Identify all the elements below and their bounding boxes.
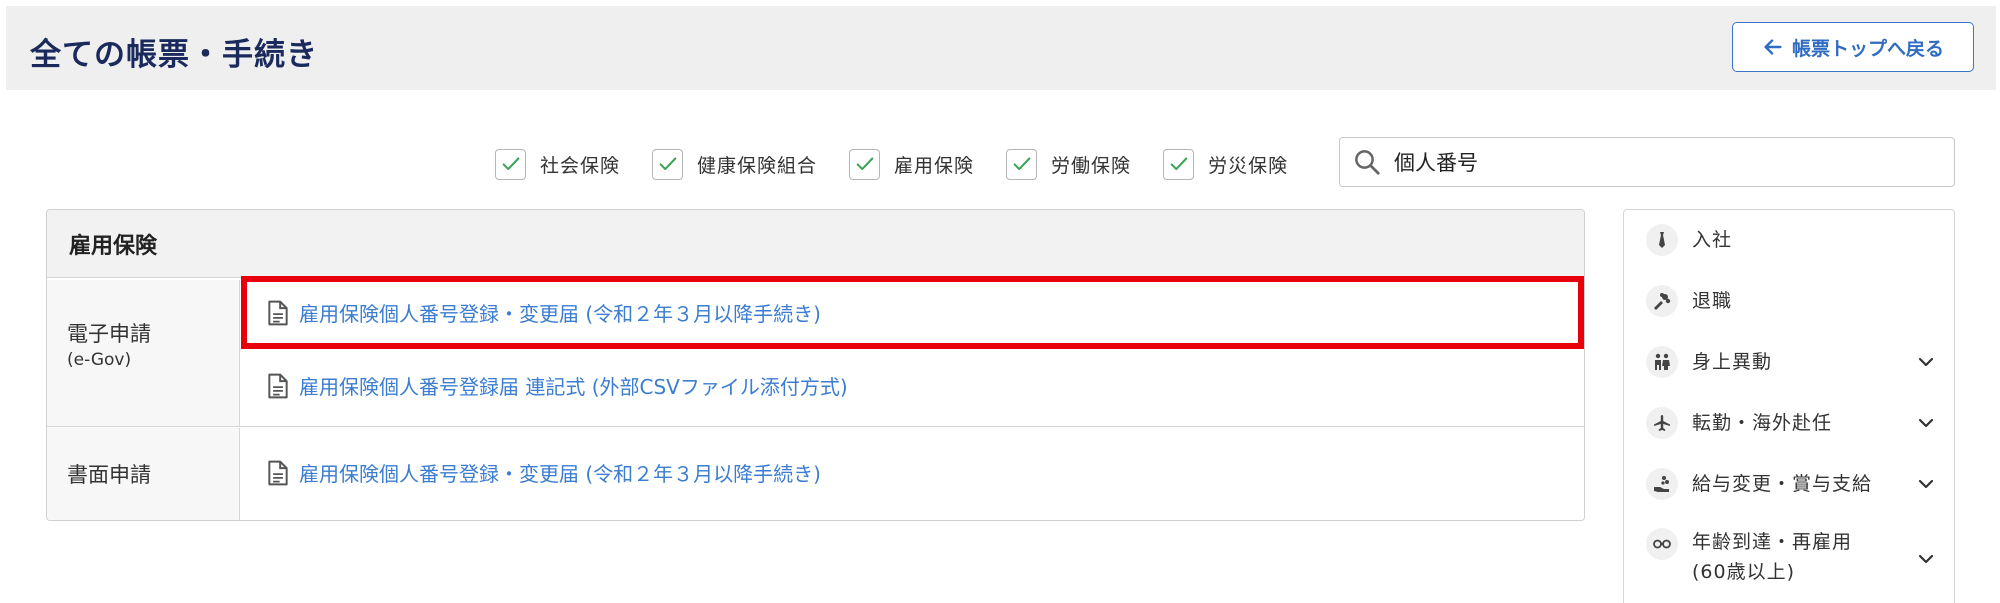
filter-rodo-hoken[interactable]: 労働保険	[1006, 148, 1132, 180]
sidebar-item-label: 入社	[1692, 229, 1733, 251]
back-to-forms-top-button[interactable]: 帳票トップへ戻る	[1732, 22, 1974, 72]
sidebar-item-sublabel: (60歳以上)	[1692, 561, 1796, 583]
row-label-cell: 書面申請	[47, 428, 240, 520]
filter-label: 健康保険組合	[697, 154, 818, 177]
sidebar-item-transfer[interactable]: 転勤・海外赴任	[1624, 407, 1954, 439]
page-title: 全ての帳票・手続き	[30, 37, 318, 73]
family-icon	[1646, 346, 1678, 378]
sidebar-item-label: 年齢到達・再雇用	[1692, 531, 1853, 553]
search-input[interactable]	[1394, 150, 1934, 174]
sidebar-item-leaving[interactable]: 退職	[1624, 285, 1954, 317]
form-link-label: 雇用保険個人番号登録届 連記式 (外部CSVファイル添付方式)	[299, 375, 848, 399]
check-icon	[1170, 157, 1187, 171]
sidebar-item-salary-bonus[interactable]: 給与変更・賞与支給	[1624, 468, 1954, 500]
category-sidebar: 入社 退職 身上異動 転勤・海外赴任 給与変更・賞与支給 年齢到達・再雇用 (6…	[1623, 209, 1955, 603]
check-icon	[1013, 157, 1030, 171]
check-icon	[659, 157, 676, 171]
page-header: 全ての帳票・手続き 帳票トップへ戻る	[6, 6, 1996, 90]
glasses-icon	[1646, 528, 1678, 560]
chevron-down-icon	[1918, 418, 1934, 428]
sidebar-item-personal-change[interactable]: 身上異動	[1624, 346, 1954, 378]
money-hand-icon	[1646, 468, 1678, 500]
filter-label: 労災保険	[1208, 154, 1289, 177]
row-sublabel: (e-Gov)	[67, 350, 132, 370]
checkbox[interactable]	[1006, 148, 1038, 180]
filter-label: 雇用保険	[894, 154, 975, 177]
check-icon	[856, 157, 873, 171]
sidebar-item-label: 退職	[1692, 290, 1733, 312]
row-label: 電子申請	[67, 322, 151, 346]
row-label: 書面申請	[67, 463, 151, 487]
airplane-icon	[1646, 407, 1678, 439]
form-link[interactable]: 雇用保険個人番号登録・変更届 (令和２年３月以降手続き)	[267, 458, 821, 487]
search-box[interactable]	[1339, 137, 1955, 187]
row-paper-application: 書面申請 雇用保険個人番号登録・変更届 (令和２年３月以降手続き)	[47, 428, 1584, 520]
checkbox[interactable]	[652, 148, 684, 180]
arrow-left-icon	[1764, 39, 1782, 55]
sidebar-item-label: 転勤・海外赴任	[1692, 412, 1833, 434]
sidebar-item-label: 給与変更・賞与支給	[1692, 473, 1873, 495]
document-icon	[268, 460, 288, 485]
checkbox[interactable]	[495, 148, 526, 180]
search-icon	[1355, 150, 1380, 175]
highlight-annotation	[241, 276, 1584, 349]
filter-koyo-hoken[interactable]: 雇用保険	[849, 148, 975, 180]
bouquet-icon	[1646, 285, 1678, 317]
chevron-down-icon	[1918, 479, 1934, 489]
form-link[interactable]: 雇用保険個人番号登録届 連記式 (外部CSVファイル添付方式)	[267, 371, 848, 400]
chevron-down-icon	[1918, 357, 1934, 367]
back-button-label: 帳票トップへ戻る	[1791, 37, 1944, 60]
insurance-filter-group: 社会保険 健康保険組合 雇用保険 労働保険 労災保険	[495, 147, 1320, 181]
necktie-icon	[1646, 224, 1678, 256]
filter-label: 労働保険	[1051, 154, 1132, 177]
checkbox[interactable]	[1163, 148, 1195, 180]
form-link-label: 雇用保険個人番号登録・変更届 (令和２年３月以降手続き)	[299, 462, 821, 486]
sidebar-item-joining[interactable]: 入社	[1624, 224, 1954, 256]
filter-label: 社会保険	[540, 154, 621, 177]
row-label-cell: 電子申請 (e-Gov)	[47, 280, 240, 426]
filter-rosai-hoken[interactable]: 労災保険	[1163, 148, 1289, 180]
checkbox[interactable]	[849, 148, 881, 180]
check-icon	[502, 157, 519, 171]
panel-title: 雇用保険	[47, 210, 1584, 278]
sidebar-item-label: 身上異動	[1692, 351, 1773, 373]
filter-shakai-hoken[interactable]: 社会保険	[495, 148, 621, 180]
filter-kenko-hoken-kumiai[interactable]: 健康保険組合	[652, 148, 818, 180]
chevron-down-icon	[1918, 554, 1934, 564]
forms-panel-koyo-hoken: 雇用保険 電子申請 (e-Gov) 雇用保険個人番号登録・変更届 (令和２年３月…	[46, 209, 1585, 521]
sidebar-item-age-reemployment[interactable]: 年齢到達・再雇用 (60歳以上)	[1624, 528, 1954, 590]
document-icon	[268, 373, 288, 398]
